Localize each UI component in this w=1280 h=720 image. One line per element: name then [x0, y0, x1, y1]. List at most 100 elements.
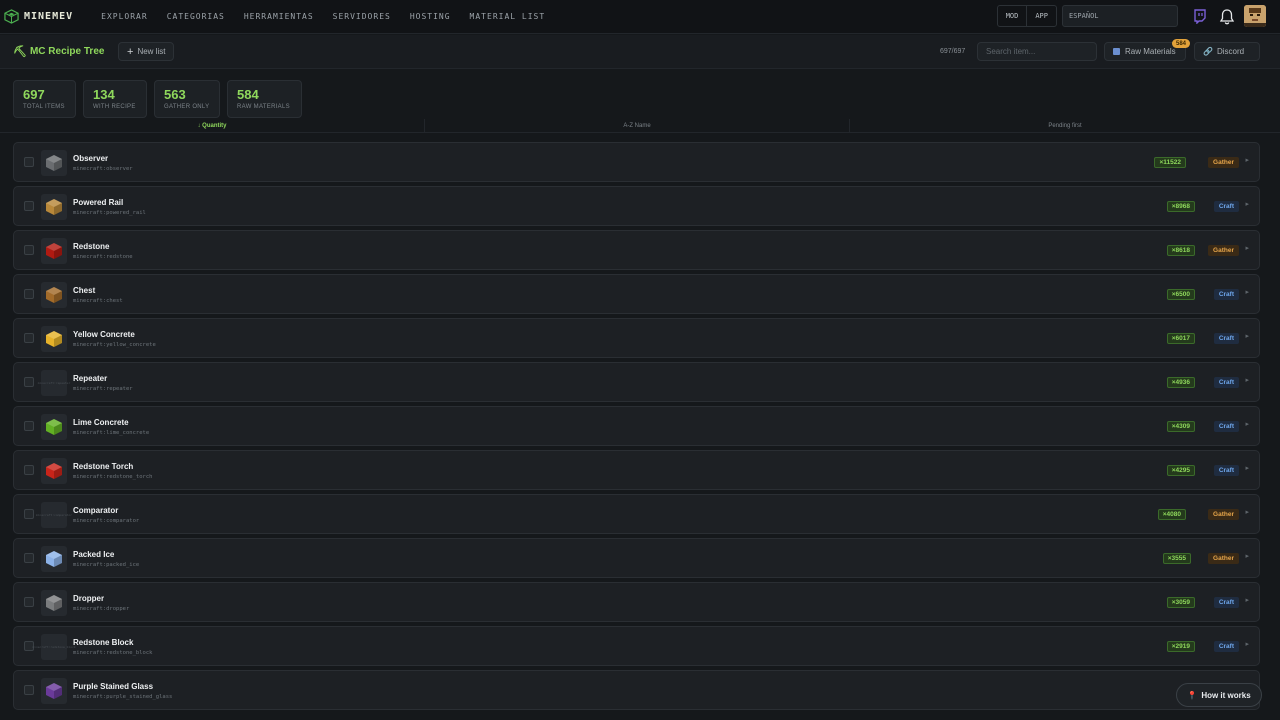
stat-total-items: 697 TOTAL ITEMS	[13, 80, 76, 118]
purple-glass-icon	[41, 678, 67, 704]
twitch-icon[interactable]	[1190, 5, 1210, 27]
item-checkbox[interactable]	[24, 245, 34, 255]
powered-rail-icon	[41, 194, 67, 220]
platform-toggle: MOD APP	[996, 5, 1057, 27]
item-checkbox[interactable]	[24, 597, 34, 607]
item-checkbox[interactable]	[24, 553, 34, 563]
list-item[interactable]: Packed Ice minecraft:packed_ice ×3555 Gathe…	[13, 538, 1260, 578]
expand-arrow-icon[interactable]: ▸	[1245, 200, 1249, 208]
pin-icon: 📍	[1187, 690, 1198, 700]
expand-arrow-icon[interactable]: ▸	[1245, 464, 1249, 472]
item-name: Redstone Torch	[73, 462, 134, 471]
quantity-badge: ×8618	[1166, 245, 1195, 256]
language-select[interactable]: ESPAÑOL	[1062, 5, 1178, 27]
how-it-works-button[interactable]: 📍 How it works	[1176, 683, 1262, 707]
sort-pending-first[interactable]: Pending first	[850, 119, 1280, 133]
quantity-badge: ×4080	[1157, 509, 1186, 520]
list-item[interactable]: Purple Stained Glass minecraft:purple_sta…	[13, 670, 1260, 710]
sort-quantity[interactable]: ↓ Quantity	[0, 119, 425, 133]
item-checkbox[interactable]	[24, 685, 34, 695]
type-badge: Craft	[1213, 333, 1239, 344]
list-item[interactable]: Dropper minecraft:dropper ×3059 Craft ▸	[13, 582, 1260, 622]
expand-arrow-icon[interactable]: ▸	[1245, 156, 1249, 164]
item-checkbox[interactable]	[24, 421, 34, 431]
discord-button[interactable]: 🔗 Discord	[1194, 42, 1260, 61]
type-badge: Craft	[1213, 421, 1239, 432]
item-id: minecraft:observer	[73, 166, 133, 172]
nav-hosting[interactable]: HOSTING	[410, 12, 451, 21]
type-badge: Craft	[1213, 289, 1239, 300]
expand-arrow-icon[interactable]: ▸	[1245, 244, 1249, 252]
stat-gather-only: 563 GATHER ONLY	[154, 80, 220, 118]
mod-pill[interactable]: MOD	[998, 6, 1028, 26]
list-item[interactable]: minecraft:comparator Comparator minecraft:…	[13, 494, 1260, 534]
item-name: Dropper	[73, 594, 105, 603]
nav-material-list[interactable]: MATERIAL LIST	[470, 12, 546, 21]
nav-categorias[interactable]: CATEGORIAS	[167, 12, 225, 21]
item-name: Chest	[73, 286, 96, 295]
expand-arrow-icon[interactable]: ▸	[1245, 288, 1249, 296]
app-title-text: MC Recipe Tree	[29, 46, 105, 57]
thumb-placeholder: minecraft:comparator	[35, 513, 73, 517]
expand-arrow-icon[interactable]: ▸	[1245, 376, 1249, 384]
item-id: minecraft:purple_stained_glass	[73, 694, 173, 700]
list-item[interactable]: Redstone minecraft:redstone ×8618 Gather ▸	[13, 230, 1260, 270]
new-list-label: New list	[137, 47, 166, 56]
brand-name: MINEMEV	[24, 11, 74, 22]
item-name: Packed Ice	[73, 550, 115, 559]
quantity-badge: ×4295	[1166, 465, 1195, 476]
sort-az-name[interactable]: A-Z Name	[425, 119, 850, 133]
quantity-badge: ×4309	[1166, 421, 1195, 432]
expand-arrow-icon[interactable]: ▸	[1245, 420, 1249, 428]
list-item[interactable]: Observer minecraft:observer ×11522 Gather ▸	[13, 142, 1260, 182]
list-item[interactable]: minecraft:redstone_block Redstone Block mi…	[13, 626, 1260, 666]
avatar[interactable]	[1244, 5, 1266, 27]
brand[interactable]: MINEMEV	[4, 9, 73, 24]
nav-servidores[interactable]: SERVIDORES	[333, 12, 391, 21]
app-title[interactable]: ⛏ MC Recipe Tree	[13, 45, 104, 58]
item-checkbox[interactable]	[24, 465, 34, 475]
search-input[interactable]	[977, 42, 1097, 61]
expand-arrow-icon[interactable]: ▸	[1245, 640, 1249, 648]
bell-icon[interactable]	[1217, 5, 1237, 27]
cube-icon	[1113, 48, 1120, 55]
item-checkbox[interactable]	[24, 377, 34, 387]
stat-value: 134	[93, 87, 115, 102]
list-item[interactable]: Chest minecraft:chest ×6500 Craft ▸	[13, 274, 1260, 314]
list-item[interactable]: Powered Rail minecraft:powered_rail ×8968 C…	[13, 186, 1260, 226]
expand-arrow-icon[interactable]: ▸	[1245, 596, 1249, 604]
type-badge: Craft	[1213, 465, 1239, 476]
item-name: Yellow Concrete	[73, 330, 135, 339]
nav-right: MOD APP ESPAÑOL	[996, 5, 1266, 27]
list-item[interactable]: Redstone Torch minecraft:redstone_torch ×4…	[13, 450, 1260, 490]
stat-value: 697	[23, 87, 45, 102]
item-id: minecraft:packed_ice	[73, 562, 140, 568]
packed-ice-icon	[41, 546, 67, 572]
dropper-icon	[41, 590, 67, 616]
list-item[interactable]: Lime Concrete minecraft:lime_concrete ×430…	[13, 406, 1260, 446]
app-toolbar: ⛏ MC Recipe Tree + New list 697/697 Raw …	[0, 35, 1280, 69]
expand-arrow-icon[interactable]: ▸	[1245, 332, 1249, 340]
stat-value: 584	[237, 87, 259, 102]
app-pill[interactable]: APP	[1027, 6, 1056, 26]
quantity-badge: ×6017	[1166, 333, 1195, 344]
list-item[interactable]: Yellow Concrete minecraft:yellow_concrete…	[13, 318, 1260, 358]
raw-materials-label: Raw Materials	[1125, 47, 1176, 56]
item-checkbox[interactable]	[24, 333, 34, 343]
list-item[interactable]: minecraft:repeater Repeater minecraft:repe…	[13, 362, 1260, 402]
item-checkbox[interactable]	[24, 289, 34, 299]
item-id: minecraft:redstone	[73, 254, 133, 260]
item-name: Comparator	[73, 506, 119, 515]
item-checkbox[interactable]	[24, 201, 34, 211]
expand-arrow-icon[interactable]: ▸	[1245, 508, 1249, 516]
item-checkbox[interactable]	[24, 157, 34, 167]
nav-explorar[interactable]: EXPLORAR	[101, 12, 148, 21]
redstone-icon	[41, 238, 67, 264]
new-list-button[interactable]: + New list	[118, 42, 175, 61]
type-badge: Gather	[1208, 553, 1239, 564]
expand-arrow-icon[interactable]: ▸	[1245, 552, 1249, 560]
item-id: minecraft:repeater	[73, 386, 133, 392]
thumb-placeholder: minecraft:repeater	[37, 381, 71, 385]
nav-herramientas[interactable]: HERRAMIENTAS	[244, 12, 314, 21]
item-checkbox[interactable]	[24, 509, 34, 519]
